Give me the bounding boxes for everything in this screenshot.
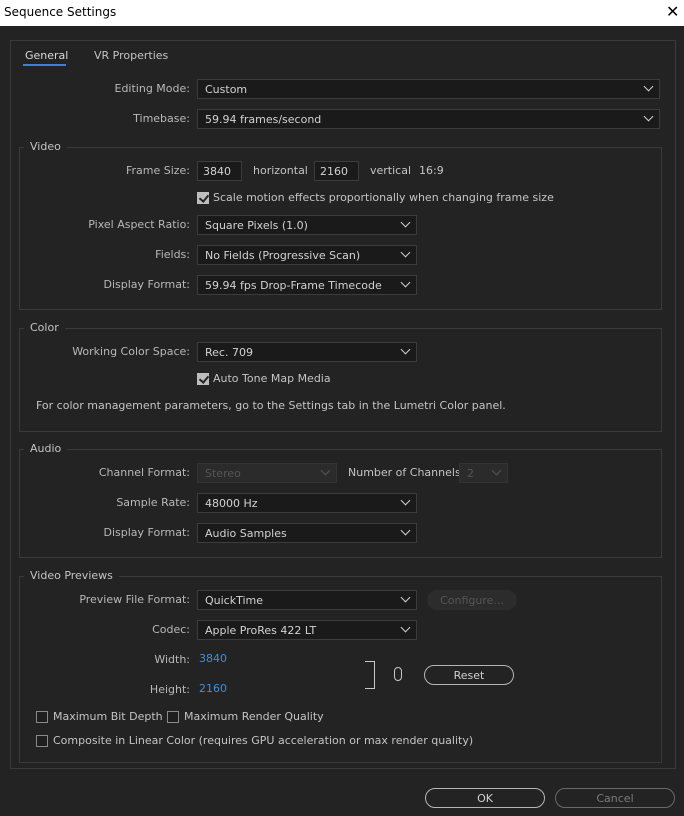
timebase-dropdown[interactable]: 59.94 frames/second	[197, 109, 660, 129]
reset-button[interactable]: Reset	[424, 665, 514, 685]
horizontal-label: horizontal	[253, 164, 308, 177]
pixel-aspect-label: Pixel Aspect Ratio:	[88, 218, 190, 231]
aspect-ratio-text: 16:9	[419, 164, 444, 177]
audio-display-format-dropdown[interactable]: Audio Samples	[197, 523, 417, 543]
auto-tone-map-checkbox[interactable]	[197, 373, 210, 385]
sample-rate-value: 48000 Hz	[205, 497, 258, 510]
fields-value: No Fields (Progressive Scan)	[205, 249, 361, 262]
sample-rate-dropdown[interactable]: 48000 Hz	[197, 493, 417, 513]
preview-height-value[interactable]: 2160	[199, 682, 227, 695]
linear-color-label: Composite in Linear Color (requires GPU …	[53, 734, 474, 747]
working-color-space-dropdown[interactable]: Rec. 709	[197, 342, 417, 362]
chevron-down-icon	[400, 344, 411, 355]
chevron-down-icon	[643, 81, 654, 92]
title-bar: Sequence Settings ✕	[0, 0, 684, 26]
chevron-down-icon	[400, 622, 411, 633]
max-render-quality-label: Maximum Render Quality	[184, 710, 324, 723]
preview-width-value[interactable]: 3840	[199, 652, 227, 665]
pixel-aspect-dropdown[interactable]: Square Pixels (1.0)	[197, 215, 417, 235]
timebase-label: Timebase:	[133, 112, 190, 125]
number-of-channels-value: 2	[467, 467, 474, 480]
channel-format-label: Channel Format:	[98, 466, 190, 479]
preview-file-format-dropdown[interactable]: QuickTime	[197, 590, 417, 610]
color-management-note: For color management parameters, go to t…	[36, 399, 506, 412]
frame-height-input[interactable]: 2160	[314, 161, 359, 181]
max-bit-depth-checkbox[interactable]	[36, 711, 48, 723]
number-of-channels-label: Number of Channels:	[348, 466, 465, 479]
video-previews-section-title: Video Previews	[24, 569, 119, 582]
editing-mode-dropdown[interactable]: Custom	[197, 79, 660, 99]
dimension-link-bracket	[365, 661, 375, 689]
width-label: Width:	[154, 653, 190, 666]
sample-rate-label: Sample Rate:	[116, 496, 190, 509]
configure-button: Configure...	[427, 590, 517, 610]
fields-dropdown[interactable]: No Fields (Progressive Scan)	[197, 245, 417, 265]
codec-dropdown[interactable]: Apple ProRes 422 LT	[197, 620, 417, 640]
editing-mode-label: Editing Mode:	[114, 82, 191, 95]
pixel-aspect-value: Square Pixels (1.0)	[205, 219, 308, 232]
codec-value: Apple ProRes 422 LT	[205, 624, 317, 637]
fields-label: Fields:	[155, 248, 190, 261]
window-title: Sequence Settings	[4, 5, 117, 19]
chevron-down-icon	[400, 592, 411, 603]
video-section-title: Video	[24, 140, 67, 153]
linear-color-checkbox[interactable]	[36, 735, 48, 747]
audio-display-format-label: Display Format:	[103, 526, 190, 539]
chevron-down-icon	[643, 111, 654, 122]
chevron-down-icon	[491, 465, 502, 476]
video-display-format-label: Display Format:	[103, 278, 190, 291]
vertical-label: vertical	[370, 164, 412, 177]
cancel-button[interactable]: Cancel	[555, 788, 675, 808]
audio-display-format-value: Audio Samples	[205, 527, 287, 540]
codec-label: Codec:	[152, 623, 190, 636]
tab-general-underline	[23, 64, 66, 66]
frame-size-label: Frame Size:	[125, 164, 190, 177]
link-icon[interactable]	[394, 667, 402, 681]
channel-format-dropdown: Stereo	[197, 463, 337, 483]
color-section-title: Color	[24, 321, 65, 334]
preview-file-format-value: QuickTime	[205, 594, 264, 607]
channel-format-value: Stereo	[205, 467, 241, 480]
max-bit-depth-label: Maximum Bit Depth	[53, 710, 163, 723]
video-display-format-value: 59.94 fps Drop-Frame Timecode	[205, 279, 382, 292]
checkmark-icon	[198, 192, 210, 203]
height-label: Height:	[149, 683, 190, 696]
tab-general[interactable]: General	[25, 49, 68, 62]
preview-file-format-label: Preview File Format:	[79, 593, 190, 606]
working-color-space-label: Working Color Space:	[72, 345, 190, 358]
close-icon[interactable]: ✕	[666, 2, 679, 21]
video-display-format-dropdown[interactable]: 59.94 fps Drop-Frame Timecode	[197, 275, 417, 295]
timebase-value: 59.94 frames/second	[205, 113, 322, 126]
auto-tone-map-label: Auto Tone Map Media	[213, 372, 331, 385]
chevron-down-icon	[400, 247, 411, 258]
chevron-down-icon	[400, 217, 411, 228]
chevron-down-icon	[320, 465, 331, 476]
working-color-space-value: Rec. 709	[205, 346, 253, 359]
ok-button[interactable]: OK	[425, 788, 545, 808]
max-render-quality-checkbox[interactable]	[167, 711, 179, 723]
editing-mode-value: Custom	[205, 83, 248, 96]
chevron-down-icon	[400, 277, 411, 288]
number-of-channels-dropdown: 2	[459, 463, 508, 483]
scale-motion-label: Scale motion effects proportionally when…	[213, 191, 554, 204]
chevron-down-icon	[400, 495, 411, 506]
chevron-down-icon	[400, 525, 411, 536]
frame-width-input[interactable]: 3840	[197, 161, 242, 181]
checkmark-icon	[198, 373, 210, 384]
scale-motion-checkbox[interactable]	[197, 192, 210, 204]
tab-vr-properties[interactable]: VR Properties	[94, 49, 168, 62]
audio-section-title: Audio	[24, 442, 68, 455]
